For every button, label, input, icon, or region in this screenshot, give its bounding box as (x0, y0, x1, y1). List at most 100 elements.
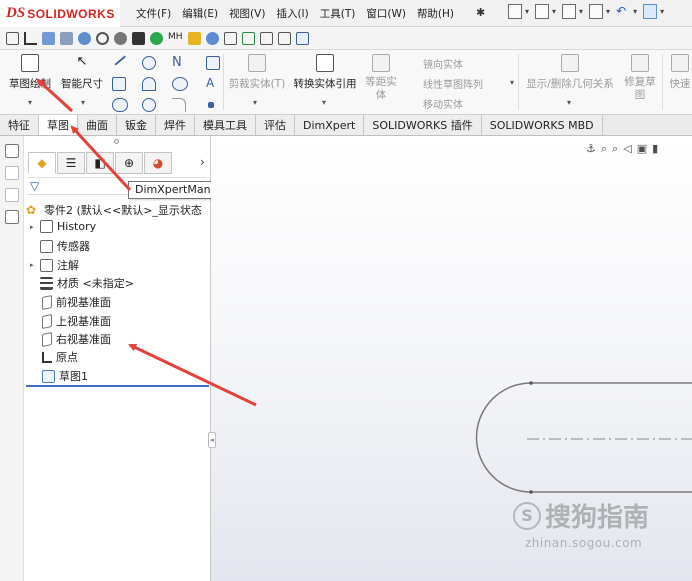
mirror-text-icon[interactable]: ΜΗ (168, 32, 183, 45)
tree-item-top-plane[interactable]: 上视基准面 (42, 313, 111, 329)
tree-root-part[interactable]: ✿ 零件2 (默认<<默认>_显示状态 (26, 202, 202, 218)
expand-arrow-icon[interactable]: ▸ (30, 261, 40, 269)
pin-icon[interactable]: ✱ (476, 6, 485, 19)
tab-configuration-manager[interactable]: ◧ (86, 152, 114, 174)
menu-view[interactable]: 视图(V) (229, 6, 265, 21)
tab-dimxpert-manager[interactable]: ⊕ (115, 152, 143, 174)
arc-icon[interactable] (142, 77, 156, 91)
tab-evaluate[interactable]: 评估 (256, 115, 295, 135)
find-icon[interactable] (205, 31, 219, 45)
solidworks-logo[interactable]: DS SOLIDWORKS (0, 0, 120, 27)
offset-entities-button[interactable]: 等距实体 (362, 54, 400, 102)
rollback-bar[interactable] (26, 385, 209, 387)
tab-display-manager[interactable]: ◕ (144, 152, 172, 174)
trim-dropdown-icon[interactable]: ▾ (253, 98, 257, 107)
printer-small-icon[interactable] (259, 31, 273, 45)
tab-dimxpert[interactable]: DimXpert (295, 115, 365, 135)
display-delete-relations-button[interactable]: 显示/删除几何关系 (522, 54, 618, 91)
save-icon[interactable] (562, 4, 577, 19)
trim-entities-button[interactable]: 剪裁实体(T) (227, 54, 287, 91)
print-dropdown-icon[interactable]: ▾ (606, 7, 610, 16)
measure-icon[interactable] (6, 31, 19, 45)
polygon-icon[interactable] (142, 98, 156, 112)
convert-entities-button[interactable]: 转换实体引用 (290, 54, 360, 91)
tab-feature-manager[interactable]: ◆ (28, 152, 56, 174)
rectangle-icon[interactable] (112, 77, 126, 91)
corner-icon[interactable] (24, 31, 37, 45)
screenshot-icon[interactable] (241, 31, 255, 45)
section-view-icon[interactable]: ▣ (637, 142, 647, 156)
new-document-icon[interactable] (508, 4, 522, 19)
menu-window[interactable]: 窗口(W) (366, 6, 406, 21)
slot-endpoint[interactable] (529, 381, 533, 385)
smart-dimension-dropdown-icon[interactable]: ▾ (81, 98, 85, 107)
zoom-area-icon[interactable]: ⌕ (612, 142, 618, 156)
3d-view-icon[interactable] (5, 144, 19, 158)
plane-sketch-icon[interactable] (206, 56, 220, 70)
tree-item-origin[interactable]: 原点 (42, 349, 78, 365)
settings-icon[interactable] (114, 31, 127, 45)
mirror-entities-button[interactable]: 镜向实体 (423, 56, 463, 71)
line-icon[interactable] (111, 52, 127, 66)
tree-item-right-plane[interactable]: 右视基准面 (42, 331, 111, 347)
tab-sketch[interactable]: 草图 (39, 115, 78, 135)
tab-surfaces[interactable]: 曲面 (78, 115, 117, 135)
ellipse-icon[interactable] (172, 77, 188, 91)
spline-icon[interactable]: N (172, 56, 186, 70)
smart-dimension-button[interactable]: ↖ 智能尺寸 (57, 54, 107, 91)
tab-sheet-metal[interactable]: 钣金 (117, 115, 156, 135)
move-entities-button[interactable]: 移动实体 (423, 96, 463, 111)
slot-outline[interactable] (475, 382, 692, 493)
cone-icon[interactable] (132, 31, 145, 45)
plugin-icon[interactable] (187, 31, 201, 45)
pin-green-icon[interactable] (150, 31, 163, 45)
panel-drag-handle[interactable] (114, 139, 119, 144)
print-icon[interactable] (589, 4, 604, 19)
tree-item-material[interactable]: 材质 <未指定> (40, 275, 134, 291)
previous-view-icon[interactable]: ◁ (623, 142, 631, 156)
menu-tools[interactable]: 工具(T) (320, 6, 356, 21)
assembly-icon[interactable] (60, 31, 73, 45)
tree-item-history[interactable]: ▸ History (30, 220, 96, 233)
panel-collapse-handle[interactable]: ◂ (208, 432, 216, 448)
photo-icon[interactable] (277, 31, 291, 45)
more-tabs-chevron-icon[interactable]: › (200, 155, 205, 169)
menu-file[interactable]: 文件(F) (136, 6, 171, 21)
linear-pattern-button[interactable]: 线性草图阵列 (423, 76, 483, 91)
tab-features[interactable]: 特征 (0, 115, 39, 135)
select-dropdown-icon[interactable]: ▾ (660, 7, 664, 16)
binoculars-icon[interactable] (223, 31, 237, 45)
convert-dropdown-icon[interactable]: ▾ (322, 98, 326, 107)
circle-icon[interactable] (142, 56, 156, 70)
tab-solidworks-mbd[interactable]: SOLIDWORKS MBD (481, 115, 603, 135)
repair-sketch-button[interactable]: 修复草图 (622, 54, 658, 102)
view-cube-icon[interactable]: ▮ (652, 142, 658, 156)
undo-dropdown-icon[interactable]: ▾ (633, 7, 637, 16)
sketch-draw-dropdown-icon[interactable]: ▾ (28, 98, 32, 107)
tab-weldments[interactable]: 焊件 (156, 115, 195, 135)
view-orientation-icon[interactable]: ⚓ (586, 142, 596, 156)
sketch-draw-button[interactable]: 草图绘制 (6, 54, 54, 91)
fillet-icon[interactable] (172, 98, 186, 112)
point-icon[interactable] (208, 102, 214, 108)
tree-item-front-plane[interactable]: 前视基准面 (42, 294, 111, 310)
tab-solidworks-addins[interactable]: SOLIDWORKS 插件 (364, 115, 482, 135)
tree-item-annotations[interactable]: ▸ 注解 (30, 257, 79, 273)
pattern-dropdown-icon[interactable]: ▾ (510, 78, 514, 87)
quick-snaps-button[interactable]: 快速 (665, 54, 692, 91)
open-icon[interactable] (535, 4, 550, 19)
calculator-icon[interactable] (295, 31, 309, 45)
menu-insert[interactable]: 插入(I) (276, 6, 308, 21)
tab-property-manager[interactable]: ☰ (57, 152, 85, 174)
monitor-icon[interactable] (42, 31, 55, 45)
tree-item-sketch1[interactable]: 草图1 (42, 368, 88, 384)
open-dropdown-icon[interactable]: ▾ (552, 7, 556, 16)
menu-edit[interactable]: 编辑(E) (182, 6, 218, 21)
slot-endpoint[interactable] (529, 490, 533, 494)
expand-arrow-icon[interactable]: ▸ (30, 223, 40, 231)
new-dropdown-icon[interactable]: ▾ (525, 7, 529, 16)
paste-icon[interactable] (5, 188, 19, 202)
relations-dropdown-icon[interactable]: ▾ (567, 98, 571, 107)
zoom-to-fit-icon[interactable]: ⌕ (601, 142, 607, 156)
save-dropdown-icon[interactable]: ▾ (579, 7, 583, 16)
